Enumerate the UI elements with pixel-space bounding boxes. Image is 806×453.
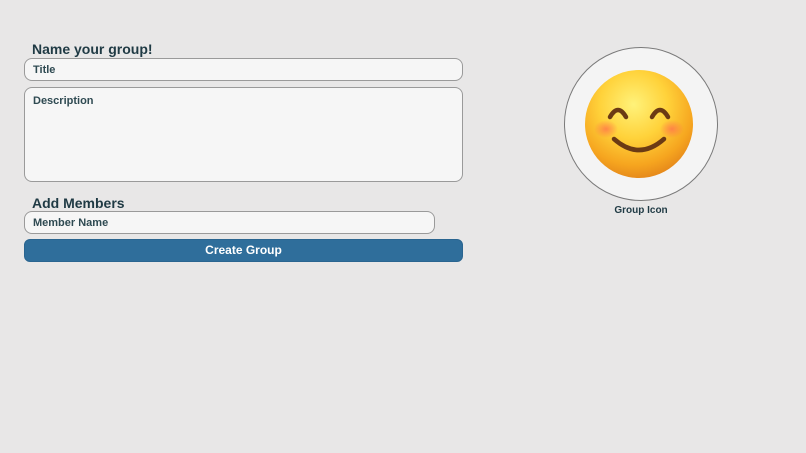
group-icon-label: Group Icon	[614, 205, 668, 216]
member-name-input[interactable]	[24, 211, 435, 234]
description-input[interactable]	[24, 87, 463, 182]
create-group-button[interactable]: Create Group	[24, 239, 463, 262]
group-name-heading: Name your group!	[32, 41, 153, 57]
group-icon-picker[interactable]	[564, 47, 718, 201]
add-members-heading: Add Members	[32, 195, 125, 211]
smiling-face-emoji-icon	[585, 70, 693, 178]
title-input[interactable]	[24, 58, 463, 81]
